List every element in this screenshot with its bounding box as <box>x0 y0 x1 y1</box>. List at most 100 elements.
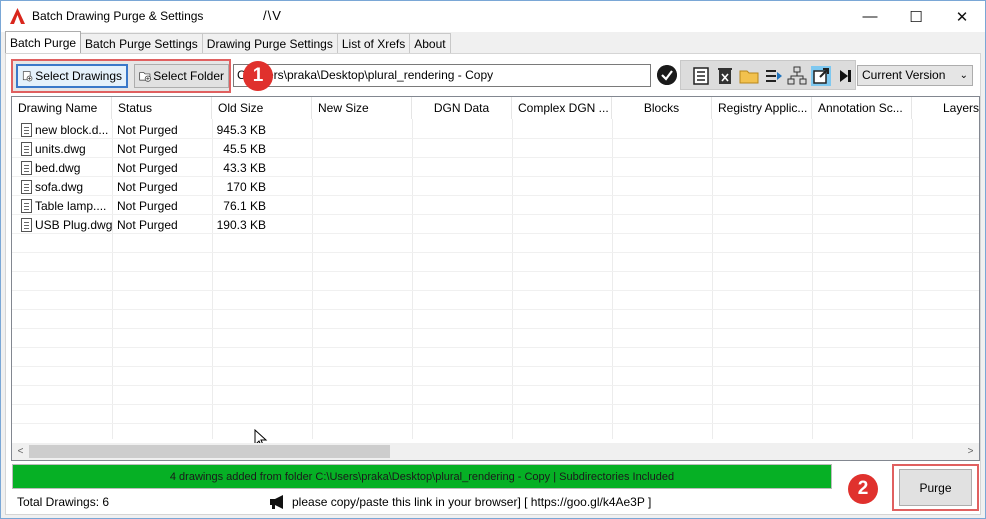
folder-path-input[interactable]: C:\Users\praka\Desktop\plural_rendering … <box>233 64 651 87</box>
cell-drawing-name: new block.d... <box>35 123 109 137</box>
grid-column-divider <box>512 119 513 439</box>
minimize-button[interactable]: — <box>847 1 893 32</box>
grid-row-divider <box>12 404 979 405</box>
grid-row-divider <box>12 366 979 367</box>
column-header-layers[interactable]: Layers <box>912 97 979 119</box>
cell-drawing-name: bed.dwg <box>35 161 81 175</box>
column-header-complex-dgn[interactable]: Complex DGN ... <box>512 97 612 119</box>
status-message: 4 drawings added from folder C:\Users\pr… <box>169 470 675 483</box>
hierarchy-icon[interactable] <box>787 66 807 86</box>
grid-row-divider <box>12 290 979 291</box>
scrollbar-thumb[interactable] <box>29 445 390 458</box>
callout-1-badge: 1 <box>243 61 273 91</box>
grid-row-divider <box>12 423 979 424</box>
grid-column-divider <box>812 119 813 439</box>
column-header-status[interactable]: Status <box>112 97 212 119</box>
grid-header: Drawing Name Status Old Size New Size DG… <box>12 97 979 119</box>
autocad-logo-icon <box>10 8 25 24</box>
chevron-down-icon: ⌄ <box>959 70 968 81</box>
cell-old-size: 190.3 KB <box>216 218 266 232</box>
total-drawings-label: Total Drawings: 6 <box>17 495 110 509</box>
drawing-file-icon <box>21 142 32 156</box>
open-external-icon[interactable] <box>811 66 831 86</box>
scroll-left-arrow[interactable]: < <box>12 443 29 460</box>
tab-about[interactable]: About <box>409 33 451 53</box>
add-folder-icon <box>139 72 151 82</box>
column-header-drawing-name[interactable]: Drawing Name <box>12 97 112 119</box>
column-header-annotation-scales[interactable]: Annotation Sc... <box>812 97 912 119</box>
cell-drawing-name: units.dwg <box>35 142 86 156</box>
purge-button[interactable]: Purge <box>899 469 972 506</box>
drawing-file-icon <box>21 218 32 232</box>
delete-icon[interactable] <box>715 66 735 86</box>
cell-drawing-name: sofa.dwg <box>35 180 84 194</box>
status-progress-bar: 4 drawings added from folder C:\Users\pr… <box>12 464 832 489</box>
grid-row-divider <box>12 385 979 386</box>
select-folder-button[interactable]: Select Folder <box>134 64 229 88</box>
title-extra-mark: /\V <box>263 8 282 23</box>
tab-drawing-purge-settings[interactable]: Drawing Purge Settings <box>201 33 338 53</box>
cell-old-size: 76.1 KB <box>223 199 266 213</box>
drawing-file-icon <box>21 199 32 213</box>
skip-icon[interactable] <box>835 66 855 86</box>
select-folder-label: Select Folder <box>153 69 224 83</box>
folder-icon[interactable] <box>739 66 759 86</box>
tab-strip: Batch Purge Batch Purge Settings Drawing… <box>5 31 451 53</box>
drawing-file-icon <box>21 123 32 137</box>
select-drawings-label: Select Drawings <box>35 69 122 83</box>
list-icon[interactable] <box>691 66 711 86</box>
grid-row-divider <box>12 252 979 253</box>
cell-status: Not Purged <box>117 123 178 137</box>
support-link-line: please copy/paste this link in your brow… <box>268 494 651 510</box>
batch-purge-panel: Select Drawings Select Folder C:\Users\p… <box>5 53 981 515</box>
grid-column-divider <box>612 119 613 439</box>
column-header-new-size[interactable]: New Size <box>312 97 412 119</box>
cell-old-size: 170 KB <box>226 180 266 194</box>
export-icon[interactable] <box>763 66 783 86</box>
version-selected-label: Current Version <box>862 68 946 82</box>
scroll-right-arrow[interactable]: > <box>962 443 979 460</box>
grid-column-divider <box>312 119 313 439</box>
version-select[interactable]: Current Version ⌄ <box>857 65 973 86</box>
cell-drawing-name: Table lamp.... <box>35 199 107 213</box>
callout-2-badge: 2 <box>848 474 878 504</box>
grid-column-divider <box>112 119 113 439</box>
grid-row-divider <box>12 328 979 329</box>
tab-batch-purge-settings[interactable]: Batch Purge Settings <box>80 33 203 53</box>
grid-column-divider <box>912 119 913 439</box>
purge-button-highlight: Purge <box>892 464 979 511</box>
cell-old-size: 43.3 KB <box>223 161 266 175</box>
grid-column-divider <box>412 119 413 439</box>
cell-old-size: 945.3 KB <box>216 123 266 137</box>
support-link-text[interactable]: please copy/paste this link in your brow… <box>292 495 651 509</box>
column-header-blocks[interactable]: Blocks <box>612 97 712 119</box>
window-title: Batch Drawing Purge & Settings <box>32 9 204 23</box>
maximize-button[interactable]: ☐ <box>893 1 939 32</box>
drawing-file-icon <box>21 161 32 175</box>
cell-drawing-name: USB Plug.dwg <box>35 218 113 232</box>
action-icon-bar <box>680 60 856 90</box>
grid-row-divider <box>12 309 979 310</box>
column-header-registry-applications[interactable]: Registry Applic... <box>712 97 812 119</box>
megaphone-icon <box>270 495 283 509</box>
column-header-dgn-data[interactable]: DGN Data <box>412 97 512 119</box>
select-drawings-button[interactable]: Select Drawings <box>16 64 128 88</box>
drawings-grid[interactable]: Drawing Name Status Old Size New Size DG… <box>11 96 980 461</box>
horizontal-scrollbar[interactable]: < > <box>12 443 979 460</box>
cell-status: Not Purged <box>117 180 178 194</box>
tab-batch-purge[interactable]: Batch Purge <box>5 31 82 53</box>
cell-status: Not Purged <box>117 161 178 175</box>
tab-list-of-xrefs[interactable]: List of Xrefs <box>336 33 411 53</box>
column-header-old-size[interactable]: Old Size <box>212 97 312 119</box>
check-icon[interactable] <box>657 65 677 85</box>
grid-row-divider <box>12 271 979 272</box>
title-bar: Batch Drawing Purge & Settings /\V — ☐ ✕ <box>1 1 985 32</box>
cell-status: Not Purged <box>117 142 178 156</box>
grid-row-divider <box>12 347 979 348</box>
cell-old-size: 45.5 KB <box>223 142 266 156</box>
select-buttons-highlight: Select Drawings Select Folder <box>11 59 231 93</box>
close-button[interactable]: ✕ <box>939 1 985 32</box>
drawing-file-icon <box>21 180 32 194</box>
add-drawing-icon <box>22 71 33 82</box>
cell-status: Not Purged <box>117 199 178 213</box>
